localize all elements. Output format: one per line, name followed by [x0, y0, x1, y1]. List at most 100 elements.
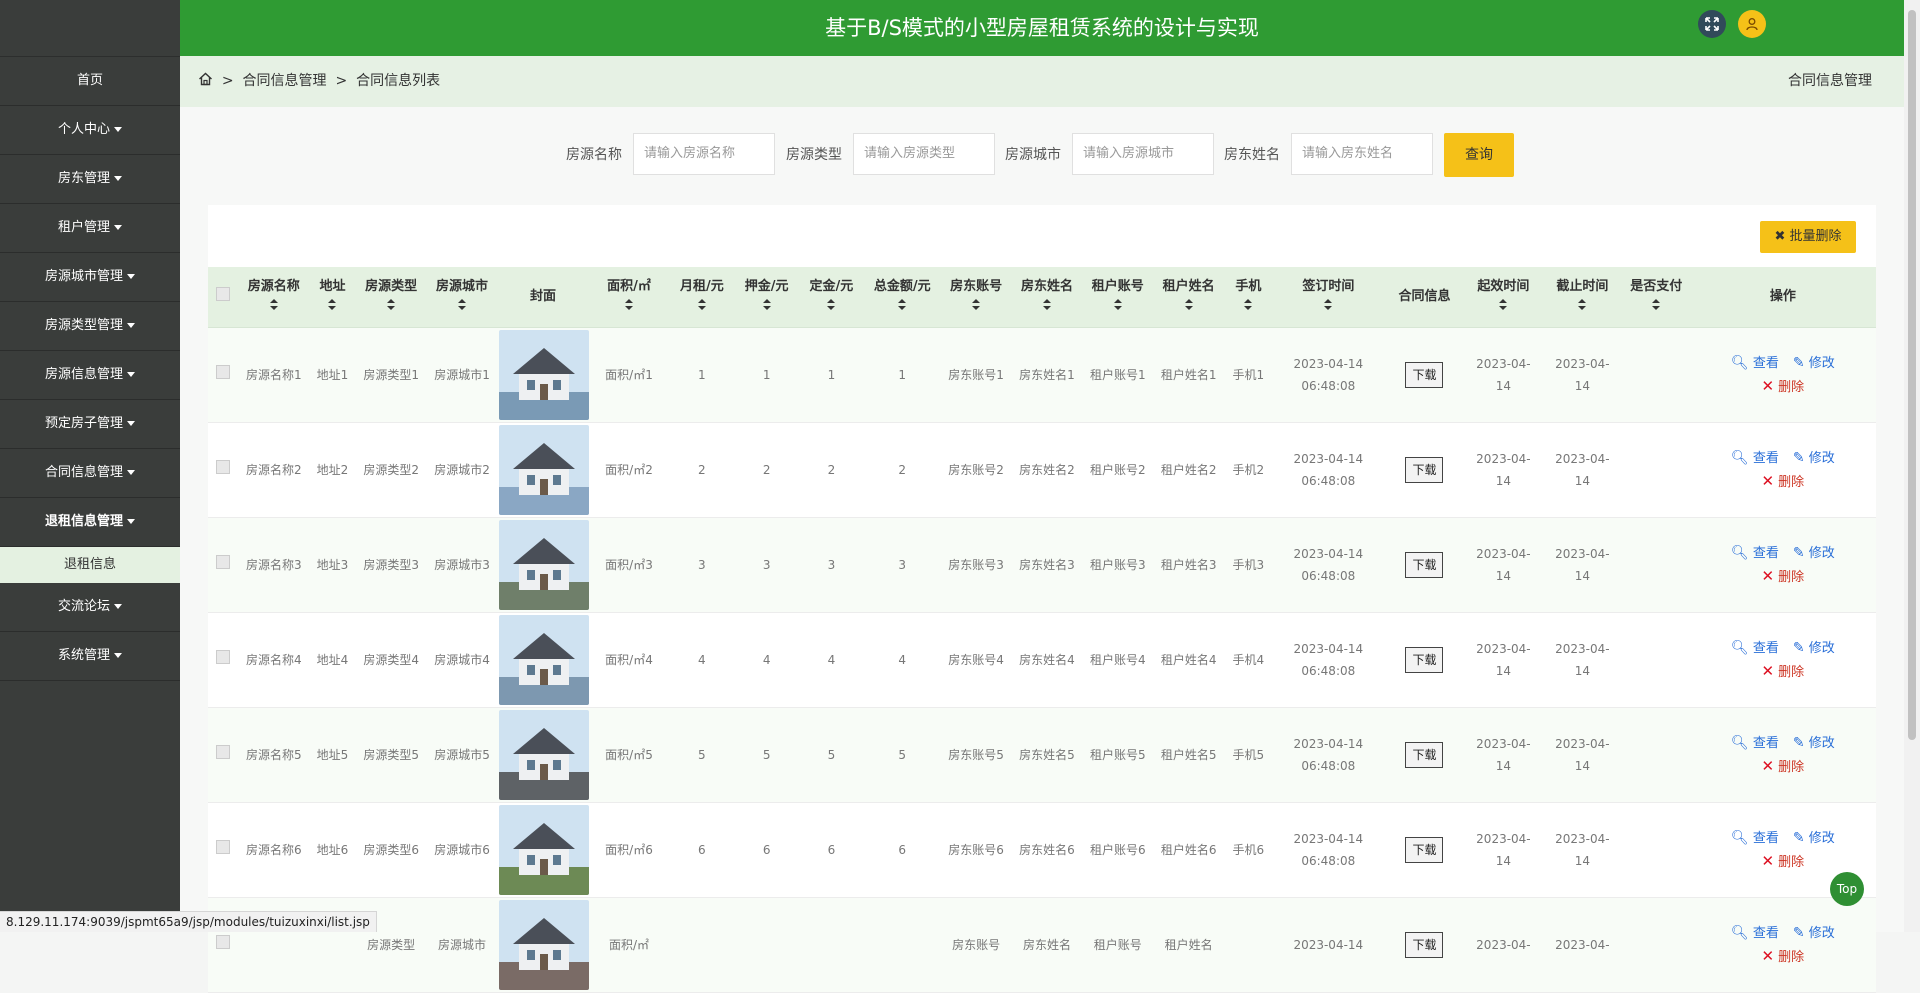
column-header-6[interactable]: 月租/元 — [669, 267, 735, 328]
back-to-top-button[interactable]: Top — [1830, 872, 1864, 906]
download-button[interactable]: 下载 — [1405, 647, 1444, 673]
sort-icon[interactable] — [1625, 297, 1688, 317]
view-button[interactable]: 🔍︎ 查看 — [1731, 355, 1779, 371]
delete-button[interactable]: ✕ 删除 — [1761, 947, 1804, 965]
column-header-8[interactable]: 定金/元 — [799, 267, 864, 328]
download-button[interactable]: 下载 — [1405, 837, 1444, 863]
sort-icon[interactable] — [1155, 297, 1222, 317]
sidebar-item-3[interactable]: 租户管理 — [0, 204, 180, 253]
house-cover-image[interactable] — [499, 425, 590, 515]
sidebar-item-6[interactable]: 房源信息管理 — [0, 351, 180, 400]
edit-button[interactable]: ✎ 修改 — [1793, 450, 1835, 466]
column-header-10[interactable]: 房东账号 — [940, 267, 1012, 328]
house-cover-image[interactable] — [499, 330, 590, 420]
house-cover-image[interactable] — [499, 520, 590, 610]
row-checkbox[interactable] — [208, 707, 239, 803]
column-header-5[interactable]: 面积/㎡ — [588, 267, 670, 328]
sidebar-item-1[interactable]: 个人中心 — [0, 106, 180, 155]
sidebar-item-9[interactable]: 退租信息管理 — [0, 498, 180, 547]
sort-icon[interactable] — [866, 297, 939, 317]
sidebar-item-2[interactable]: 房东管理 — [0, 155, 180, 204]
search-input-landlord-name[interactable]: 请输入房东姓名 — [1291, 133, 1433, 175]
column-header-18[interactable]: 截止时间 — [1541, 267, 1623, 328]
sidebar-item-7[interactable]: 预定房子管理 — [0, 400, 180, 449]
download-button[interactable]: 下载 — [1405, 362, 1444, 388]
sidebar-item-0[interactable]: 首页 — [0, 57, 180, 106]
sort-icon[interactable] — [1467, 297, 1540, 317]
batch-delete-button[interactable]: ✖ 批量删除 — [1760, 221, 1856, 253]
house-cover-image[interactable] — [499, 900, 590, 990]
row-checkbox[interactable] — [208, 802, 239, 898]
column-header-19[interactable]: 是否支付 — [1622, 267, 1690, 328]
column-header-17[interactable]: 起效时间 — [1464, 267, 1542, 328]
sidebar-item-8[interactable]: 合同信息管理 — [0, 449, 180, 498]
row-checkbox[interactable] — [208, 422, 239, 518]
column-header-3[interactable]: 房源城市 — [426, 267, 498, 328]
column-header-1[interactable]: 地址 — [309, 267, 356, 328]
row-checkbox[interactable] — [208, 612, 239, 708]
sort-icon[interactable] — [311, 297, 354, 317]
delete-button[interactable]: ✕ 删除 — [1761, 472, 1804, 490]
column-header-12[interactable]: 租户账号 — [1082, 267, 1154, 328]
download-button[interactable]: 下载 — [1405, 932, 1444, 958]
view-button[interactable]: 🔍︎ 查看 — [1731, 545, 1779, 561]
column-header-15[interactable]: 签订时间 — [1272, 267, 1384, 328]
delete-button[interactable]: ✕ 删除 — [1761, 377, 1804, 395]
row-checkbox[interactable] — [208, 327, 239, 423]
house-cover-image[interactable] — [499, 710, 590, 800]
column-header-11[interactable]: 房东姓名 — [1011, 267, 1083, 328]
view-button[interactable]: 🔍︎ 查看 — [1731, 735, 1779, 751]
sidebar-item-10[interactable]: 交流论坛 — [0, 583, 180, 632]
sort-icon[interactable] — [1014, 297, 1081, 317]
view-button[interactable]: 🔍︎ 查看 — [1731, 830, 1779, 846]
query-button[interactable]: 查询 — [1444, 133, 1514, 177]
sort-icon[interactable] — [240, 297, 307, 317]
search-input-house-type[interactable]: 请输入房源类型 — [853, 133, 995, 175]
sort-icon[interactable] — [1084, 297, 1151, 317]
select-all-checkbox[interactable] — [208, 267, 239, 328]
sort-icon[interactable] — [1226, 297, 1271, 317]
sort-icon[interactable] — [1544, 297, 1621, 317]
sidebar-item-5[interactable]: 房源类型管理 — [0, 302, 180, 351]
download-button[interactable]: 下载 — [1405, 552, 1444, 578]
edit-button[interactable]: ✎ 修改 — [1793, 545, 1835, 561]
expand-icon[interactable] — [1698, 10, 1726, 38]
sort-icon[interactable] — [736, 297, 797, 317]
home-icon[interactable] — [198, 72, 217, 89]
column-header-0[interactable]: 房源名称 — [238, 267, 310, 328]
search-input-house-city[interactable]: 请输入房源城市 — [1072, 133, 1214, 175]
sort-icon[interactable] — [671, 297, 732, 317]
user-icon[interactable] — [1738, 10, 1766, 38]
sort-icon[interactable] — [1275, 297, 1382, 317]
scrollbar-thumb[interactable] — [1908, 10, 1916, 740]
sort-icon[interactable] — [358, 297, 425, 317]
view-button[interactable]: 🔍︎ 查看 — [1731, 640, 1779, 656]
column-header-2[interactable]: 房源类型 — [355, 267, 427, 328]
download-button[interactable]: 下载 — [1405, 742, 1444, 768]
sort-icon[interactable] — [591, 297, 668, 317]
sort-icon[interactable] — [801, 297, 862, 317]
sidebar-item-4[interactable]: 房源城市管理 — [0, 253, 180, 302]
view-button[interactable]: 🔍︎ 查看 — [1731, 450, 1779, 466]
house-cover-image[interactable] — [499, 615, 590, 705]
edit-button[interactable]: ✎ 修改 — [1793, 925, 1835, 941]
delete-button[interactable]: ✕ 删除 — [1761, 757, 1804, 775]
edit-button[interactable]: ✎ 修改 — [1793, 640, 1835, 656]
delete-button[interactable]: ✕ 删除 — [1761, 852, 1804, 870]
sort-icon[interactable] — [943, 297, 1010, 317]
view-button[interactable]: 🔍︎ 查看 — [1731, 925, 1779, 941]
column-header-7[interactable]: 押金/元 — [734, 267, 800, 328]
delete-button[interactable]: ✕ 删除 — [1761, 567, 1804, 585]
row-checkbox[interactable] — [208, 517, 239, 613]
edit-button[interactable]: ✎ 修改 — [1793, 735, 1835, 751]
delete-button[interactable]: ✕ 删除 — [1761, 662, 1804, 680]
edit-button[interactable]: ✎ 修改 — [1793, 355, 1835, 371]
submenu-item-tuizu[interactable]: 退租信息 — [0, 547, 180, 583]
breadcrumb-level1[interactable]: 合同信息管理 — [243, 73, 327, 89]
column-header-14[interactable]: 手机 — [1224, 267, 1273, 328]
column-header-9[interactable]: 总金额/元 — [863, 267, 941, 328]
sort-icon[interactable] — [429, 297, 496, 317]
download-button[interactable]: 下载 — [1405, 457, 1444, 483]
search-input-house-name[interactable]: 请输入房源名称 — [633, 133, 775, 175]
page-scrollbar[interactable] — [1904, 0, 1920, 932]
